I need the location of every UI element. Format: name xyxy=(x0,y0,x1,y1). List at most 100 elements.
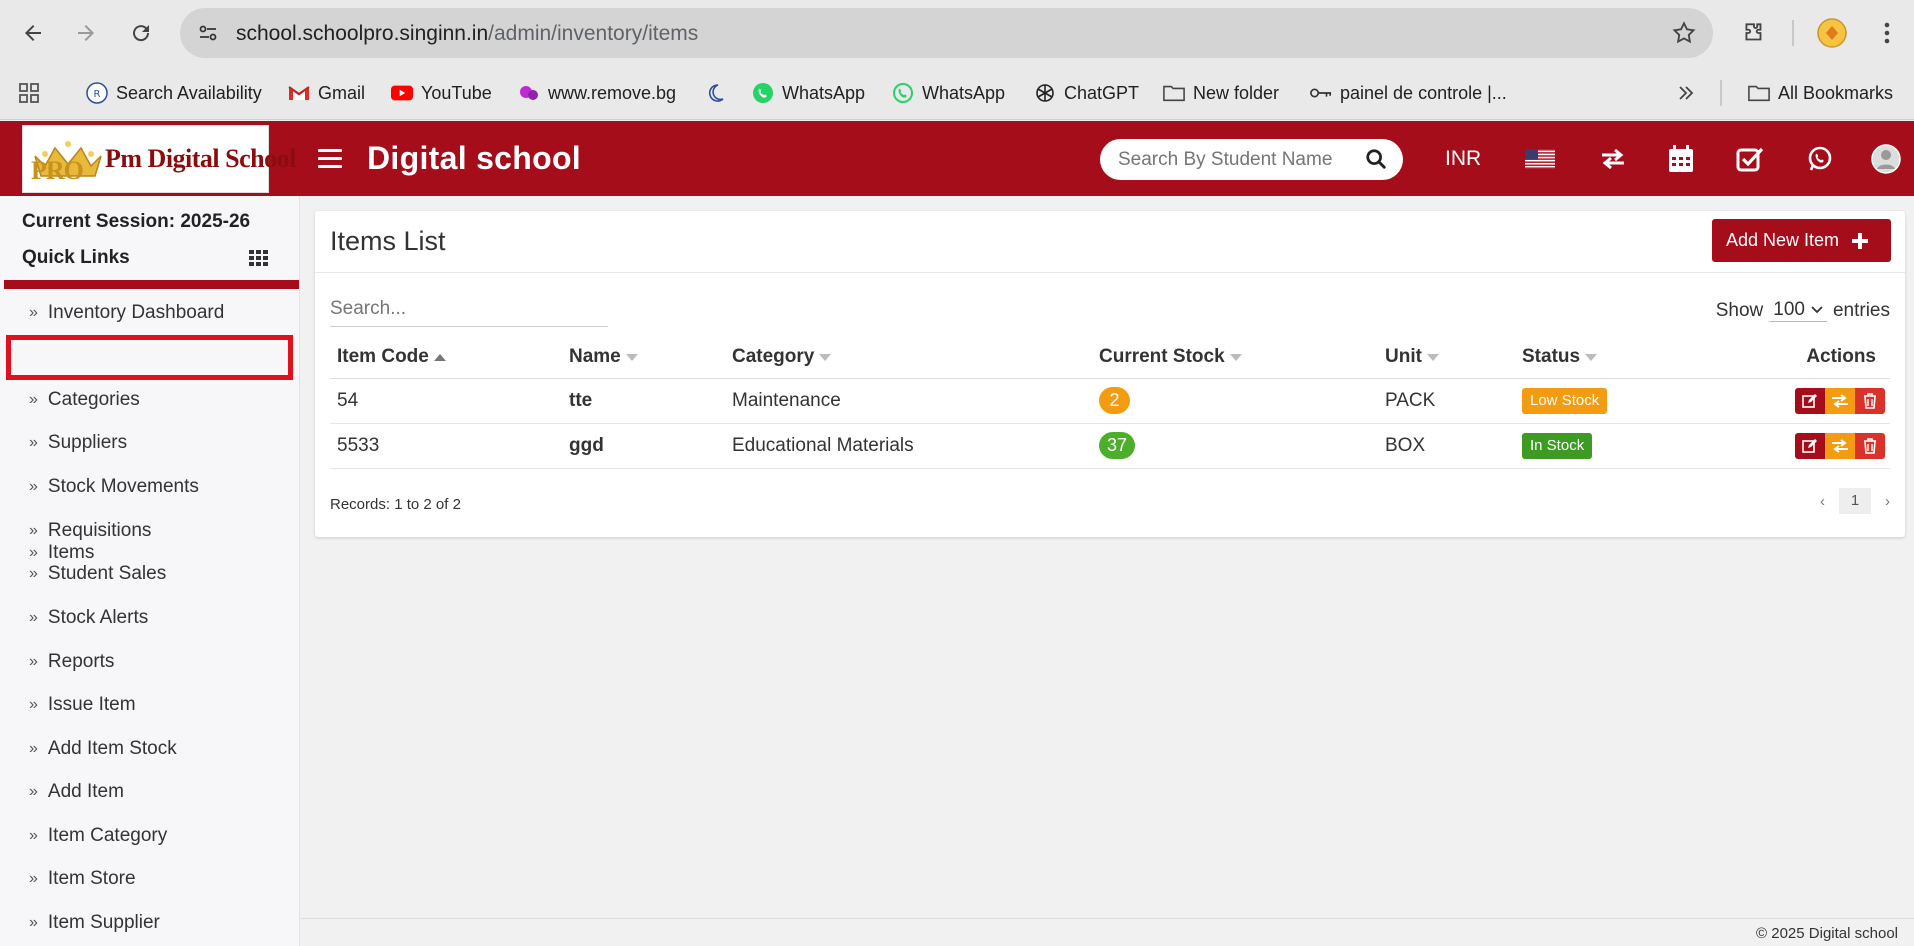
bookmark-label: YouTube xyxy=(421,82,492,103)
forward-button[interactable] xyxy=(67,14,105,52)
school-logo[interactable]: PRO Pm Digital School xyxy=(22,125,296,193)
column-header-status[interactable]: Status xyxy=(1515,337,1715,379)
calendar-button[interactable] xyxy=(1665,143,1697,175)
bookmark-painel[interactable]: painel de controle |... xyxy=(1310,78,1507,108)
sidebar-item-requisitions[interactable]: » Requisitions xyxy=(29,516,151,546)
apps-button[interactable] xyxy=(17,78,41,108)
profile-avatar-icon xyxy=(1817,18,1847,48)
sidebar-item-add-item-stock[interactable]: » Add Item Stock xyxy=(29,734,177,764)
status-cell: Low Stock xyxy=(1515,378,1715,424)
item-unit-cell: BOX xyxy=(1378,423,1515,469)
extensions-button[interactable] xyxy=(1735,14,1773,52)
back-button[interactable] xyxy=(14,14,52,52)
hamburger-line xyxy=(318,165,342,168)
bookmark-label: Search Availability xyxy=(116,82,262,103)
sidebar-item-label: Student Sales xyxy=(47,563,167,584)
bookmark-gmail[interactable]: Gmail xyxy=(288,78,365,108)
sidebar-item-label: Add Item xyxy=(47,781,124,802)
quick-links-grid-icon[interactable] xyxy=(249,250,269,267)
user-profile-button[interactable] xyxy=(1870,143,1902,175)
tasks-button[interactable] xyxy=(1734,143,1766,175)
whatsapp-button[interactable] xyxy=(1804,143,1836,175)
column-header-name[interactable]: Name xyxy=(562,337,725,379)
bookmark-youtube[interactable]: YouTube xyxy=(391,78,492,108)
all-bookmarks-button[interactable]: All Bookmarks xyxy=(1748,78,1893,108)
sidebar-item-reports[interactable]: » Reports xyxy=(29,647,114,677)
sidebar-item-add-item[interactable]: » Add Item xyxy=(29,777,124,807)
edit-icon xyxy=(1802,438,1817,453)
bookmark-search-availability[interactable]: R Search Availability xyxy=(86,78,262,108)
menu-toggle-button[interactable] xyxy=(318,149,342,169)
column-header-unit[interactable]: Unit xyxy=(1378,337,1515,379)
sidebar-item-stock-alerts[interactable]: » Stock Alerts xyxy=(29,603,148,633)
next-page-button[interactable]: › xyxy=(1885,493,1890,510)
bookmark-star-icon[interactable] xyxy=(1671,20,1697,46)
double-chevron-right-icon: » xyxy=(29,870,38,887)
bookmark-moon[interactable] xyxy=(704,78,726,108)
sort-icon xyxy=(819,353,832,361)
profile-button[interactable] xyxy=(1813,14,1851,52)
chevron-down-icon xyxy=(1811,306,1823,314)
sidebar-item-inventory-dashboard[interactable]: » Inventory Dashboard xyxy=(29,298,224,328)
bookmark-removebg[interactable]: www.remove.bg xyxy=(518,78,676,108)
switch-session-button[interactable] xyxy=(1597,143,1629,175)
bookmark-new-folder[interactable]: New folder xyxy=(1163,78,1279,108)
prev-page-button[interactable]: ‹ xyxy=(1820,493,1825,510)
double-chevron-right-icon: » xyxy=(29,478,38,495)
app-header: PRO Pm Digital School Digital school INR xyxy=(0,121,1914,196)
student-search-input[interactable] xyxy=(1118,147,1343,172)
sidebar-item-item-supplier[interactable]: » Item Supplier xyxy=(29,908,160,938)
current-stock-cell: 37 xyxy=(1092,423,1378,469)
folder-icon xyxy=(1748,82,1770,104)
table-search-input[interactable] xyxy=(330,291,608,327)
sidebar-item-categories[interactable]: » Categories xyxy=(29,385,140,415)
bookmark-whatsapp-2[interactable]: WhatsApp xyxy=(892,78,1005,108)
column-header-current-stock[interactable]: Current Stock xyxy=(1092,337,1378,379)
edit-icon xyxy=(1802,393,1817,408)
delete-button[interactable] xyxy=(1855,387,1885,414)
bookmark-whatsapp-1[interactable]: WhatsApp xyxy=(752,78,865,108)
actions-cell xyxy=(1715,423,1890,469)
page-number-button[interactable]: 1 xyxy=(1839,488,1871,514)
item-code-cell: 54 xyxy=(330,378,562,424)
sort-icon xyxy=(625,353,638,361)
logo-text: Pm Digital School xyxy=(105,144,296,173)
edit-button[interactable] xyxy=(1795,387,1825,414)
reload-button[interactable] xyxy=(122,14,160,52)
item-category-cell: Educational Materials xyxy=(725,423,1092,469)
delete-button[interactable] xyxy=(1855,432,1885,459)
footer-copyright: © 2025 Digital school xyxy=(1756,925,1898,942)
more-bookmarks-button[interactable] xyxy=(1677,78,1695,108)
double-chevron-right-icon: » xyxy=(29,522,38,539)
item-name-cell: ggd xyxy=(562,423,725,469)
column-header-category[interactable]: Category xyxy=(725,337,1092,379)
sidebar-item-student-sales[interactable]: » Student Sales xyxy=(29,559,166,589)
items-table: Item Code Name Category Current Stock Un… xyxy=(330,337,1890,469)
folder-icon xyxy=(1163,82,1185,104)
address-bar[interactable]: school.schoolpro.singinn.in/admin/invent… xyxy=(180,8,1713,58)
status-badge: Low Stock xyxy=(1522,387,1608,414)
sidebar-item-label: Inventory Dashboard xyxy=(47,302,225,323)
transfer-button[interactable] xyxy=(1825,432,1855,459)
bookmark-chatgpt[interactable]: ChatGPT xyxy=(1034,78,1139,108)
add-new-item-button[interactable]: Add New Item xyxy=(1712,219,1891,262)
double-chevron-right-icon: » xyxy=(29,565,38,582)
search-icon[interactable] xyxy=(1365,148,1387,170)
language-selector[interactable] xyxy=(1524,143,1556,175)
bookmark-label: WhatsApp xyxy=(922,82,1006,103)
url-host: school.schoolpro.singinn.in xyxy=(236,22,489,45)
site-settings-icon[interactable] xyxy=(196,21,220,45)
entries-select[interactable]: 100 xyxy=(1769,299,1827,322)
sidebar-item-item-store[interactable]: » Item Store xyxy=(29,864,136,894)
browser-menu-button[interactable] xyxy=(1868,14,1906,52)
currency-selector[interactable]: INR xyxy=(1445,147,1481,171)
transfer-button[interactable] xyxy=(1825,387,1855,414)
sidebar-item-suppliers[interactable]: » Suppliers xyxy=(29,428,127,458)
table-header-row: Item Code Name Category Current Stock Un… xyxy=(330,337,1890,379)
sidebar-item-issue-item[interactable]: » Issue Item xyxy=(29,690,136,720)
items-list-card: Items List Add New Item Show 100 entries… xyxy=(315,211,1905,537)
sidebar-item-stock-movements[interactable]: » Stock Movements xyxy=(29,472,199,502)
column-header-item-code[interactable]: Item Code xyxy=(330,337,562,379)
edit-button[interactable] xyxy=(1795,432,1825,459)
sidebar-item-item-category[interactable]: » Item Category xyxy=(29,821,167,851)
